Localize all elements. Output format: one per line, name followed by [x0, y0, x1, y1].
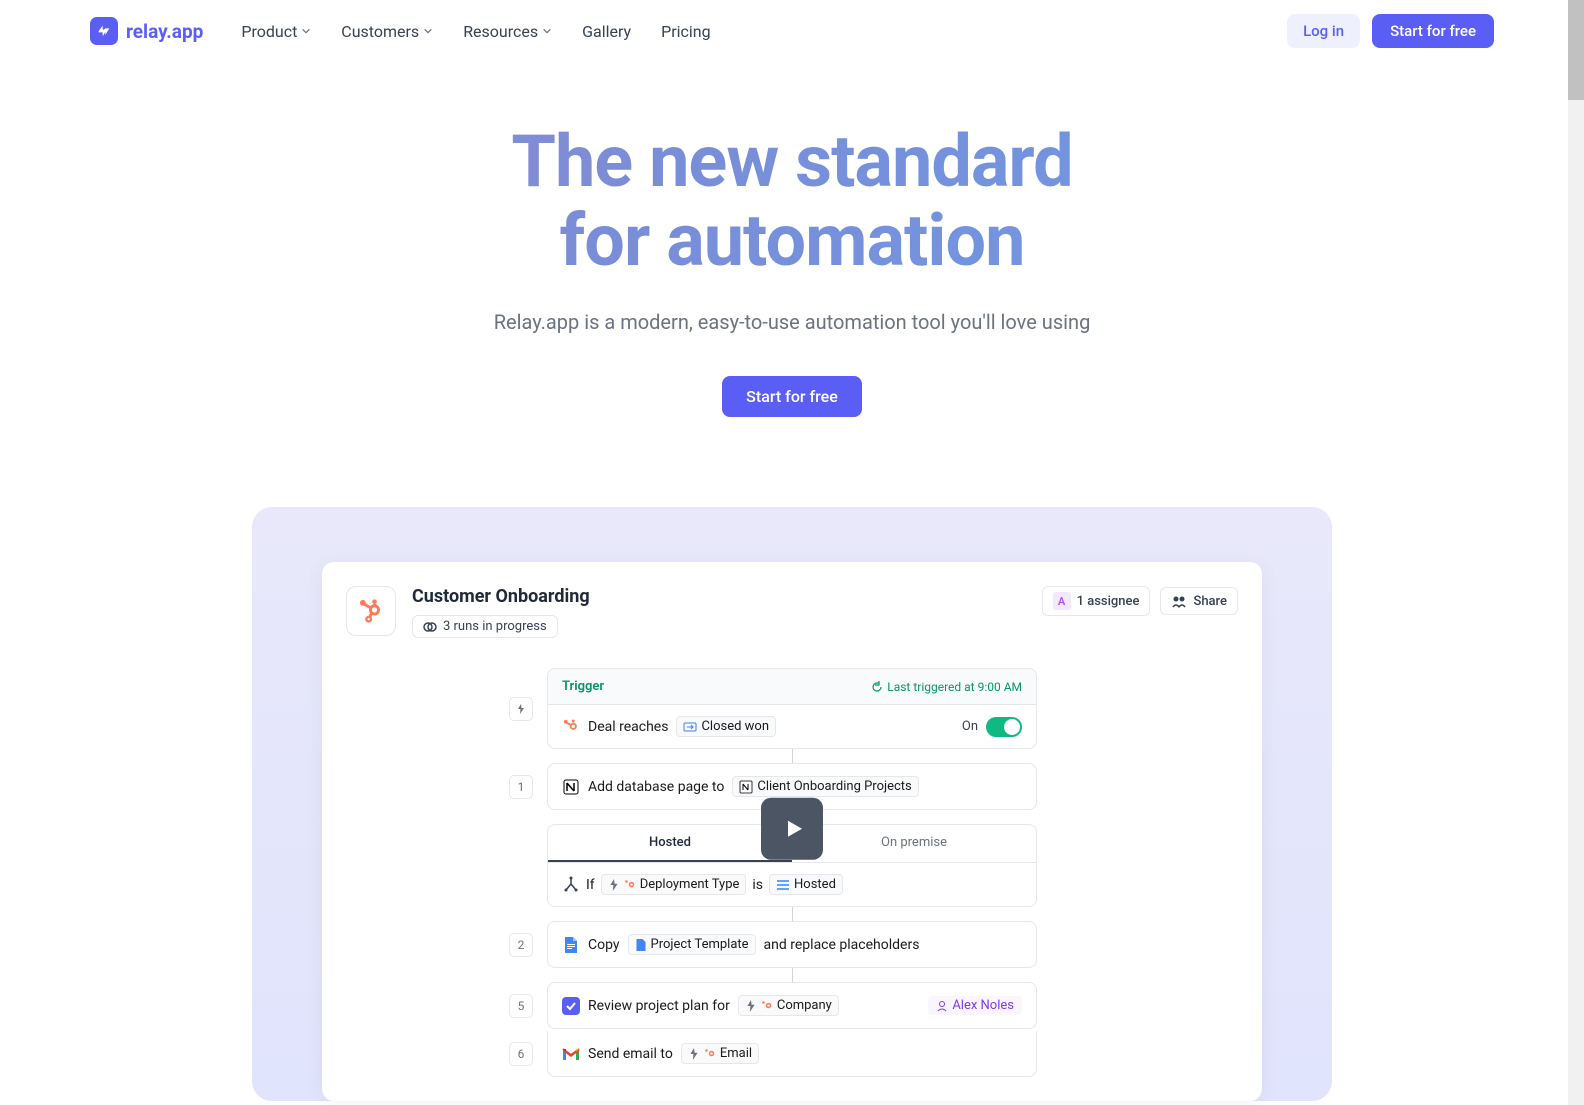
step-number: 1 — [509, 775, 533, 799]
assignee-badge[interactable]: A 1 assignee — [1042, 586, 1151, 616]
notion-small-icon — [739, 780, 753, 794]
template-chip: Project Template — [628, 934, 756, 955]
arrow-right-icon — [683, 720, 697, 734]
bolt-icon — [516, 704, 526, 714]
logo-text: relay.app — [126, 20, 203, 43]
hero-subtitle: Relay.app is a modern, easy-to-use autom… — [20, 310, 1564, 334]
hubspot-small-icon — [562, 718, 580, 736]
hubspot-tiny-icon — [704, 1048, 716, 1060]
bolt-icon — [745, 1000, 757, 1012]
hubspot-icon — [346, 586, 396, 636]
share-button[interactable]: Share — [1160, 587, 1238, 615]
scrollbar[interactable] — [1568, 0, 1584, 1105]
connector — [792, 749, 793, 763]
hero-start-button[interactable]: Start for free — [722, 376, 862, 417]
step-5[interactable]: 5 Review project plan for Company — [547, 982, 1037, 1029]
header-right: A 1 assignee Share — [1042, 586, 1238, 616]
play-button[interactable] — [761, 798, 823, 860]
trigger-header: Trigger Last triggered at 9:00 AM — [548, 669, 1036, 705]
list-icon — [776, 878, 790, 892]
workflow: Trigger Last triggered at 9:00 AM Deal r… — [346, 668, 1238, 1077]
login-button[interactable]: Log in — [1287, 14, 1360, 48]
step-number: 5 — [509, 994, 533, 1018]
step-2[interactable]: 2 Copy Project Template and replace plac… — [547, 921, 1037, 968]
nav-gallery[interactable]: Gallery — [582, 22, 631, 41]
hero-cta: Start for free — [20, 376, 1564, 417]
gdocs-icon — [562, 936, 580, 954]
chevron-down-icon — [301, 26, 311, 36]
step-6[interactable]: 6 Send email to Email — [547, 1031, 1037, 1077]
email-chip: Email — [681, 1043, 759, 1064]
app-title-group: Customer Onboarding 3 runs in progress — [412, 586, 1026, 638]
play-icon — [782, 817, 806, 841]
step-number: 6 — [509, 1042, 533, 1066]
person-icon — [936, 1000, 948, 1012]
nav-resources[interactable]: Resources — [463, 22, 552, 41]
toggle-group[interactable]: On — [962, 717, 1022, 737]
db-chip: Client Onboarding Projects — [732, 776, 918, 797]
start-free-button[interactable]: Start for free — [1372, 14, 1494, 48]
refresh-icon — [871, 681, 883, 693]
step-number: 2 — [509, 933, 533, 957]
trigger-label: Trigger — [562, 679, 604, 694]
connector — [792, 907, 793, 921]
bolt-icon — [688, 1048, 700, 1060]
nav-right: Log in Start for free — [1287, 14, 1494, 48]
logo-icon — [90, 17, 118, 45]
gdocs-small-icon — [635, 938, 647, 952]
avatar-icon: A — [1053, 592, 1071, 610]
trigger-time: Last triggered at 9:00 AM — [871, 680, 1022, 694]
chevron-down-icon — [423, 26, 433, 36]
trigger-badge — [509, 697, 533, 721]
scrollbar-thumb[interactable] — [1568, 0, 1584, 100]
nav-pricing[interactable]: Pricing — [661, 22, 711, 41]
notion-icon — [562, 778, 580, 796]
field-chip: Deployment Type — [601, 874, 747, 895]
trigger-step[interactable]: Trigger Last triggered at 9:00 AM Deal r… — [547, 668, 1037, 749]
value-chip: Hosted — [769, 874, 843, 895]
nav-customers[interactable]: Customers — [341, 22, 433, 41]
nav-product[interactable]: Product — [241, 22, 311, 41]
branch-icon — [562, 876, 580, 894]
check-icon — [562, 997, 580, 1015]
status-chip: Closed won — [676, 716, 776, 737]
video-section: Customer Onboarding 3 runs in progress A… — [252, 507, 1332, 1101]
bolt-icon — [608, 879, 620, 891]
toggle-switch[interactable] — [986, 717, 1022, 737]
company-chip: Company — [738, 995, 839, 1016]
step-assignee[interactable]: Alex Noles — [928, 996, 1022, 1015]
hubspot-tiny-icon — [761, 1000, 773, 1012]
gmail-icon — [562, 1045, 580, 1063]
app-header: Customer Onboarding 3 runs in progress A… — [346, 586, 1238, 638]
trigger-body: Deal reaches Closed won On — [548, 705, 1036, 748]
hero-title: The new standard for automation — [20, 122, 1564, 280]
chevron-down-icon — [542, 26, 552, 36]
app-title: Customer Onboarding — [412, 586, 1026, 607]
hubspot-tiny-icon — [624, 879, 636, 891]
main-navigation: relay.app Product Customers Resources Ga… — [0, 0, 1584, 62]
tab-onpremise[interactable]: On premise — [792, 825, 1036, 862]
nav-links: Product Customers Resources Gallery Pric… — [241, 22, 710, 41]
runs-badge[interactable]: 3 runs in progress — [412, 615, 558, 638]
tab-hosted[interactable]: Hosted — [548, 825, 792, 862]
condition-row: If Deployment Type is Hosted — [548, 863, 1036, 906]
runs-icon — [423, 620, 437, 634]
logo[interactable]: relay.app — [90, 17, 203, 45]
share-icon — [1171, 593, 1187, 609]
connector — [792, 968, 793, 982]
hero-section: The new standard for automation Relay.ap… — [0, 62, 1584, 457]
